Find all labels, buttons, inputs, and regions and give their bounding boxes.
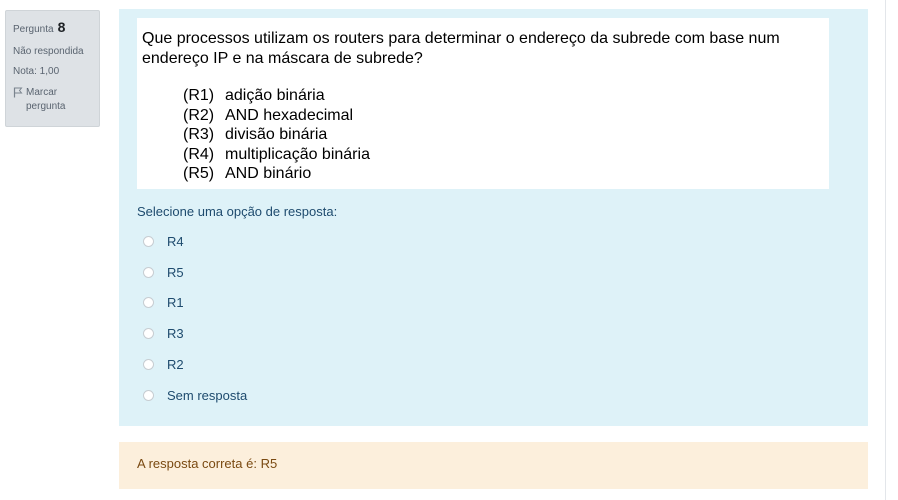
radio-button[interactable]: [143, 389, 154, 401]
radio-button[interactable]: [143, 297, 154, 309]
correct-answer-feedback: A resposta correta é: R5: [119, 442, 868, 489]
process-list: (R1) adição binária (R2) AND hexadecimal…: [142, 86, 825, 184]
process-text: multiplicação binária: [225, 145, 370, 163]
process-code: (R2): [183, 106, 215, 124]
answer-option-r1[interactable]: R1: [143, 288, 247, 319]
process-code: (R1): [183, 87, 215, 104]
process-item: (R5) AND binário: [183, 164, 825, 184]
question-label: Pergunta: [13, 24, 54, 35]
process-text: AND binário: [225, 165, 312, 182]
answer-label[interactable]: Sem resposta: [167, 388, 247, 403]
answer-label[interactable]: R4: [167, 234, 184, 249]
page-edge-divider: [885, 0, 886, 500]
feedback-text: A resposta correta é: R5: [137, 456, 278, 471]
question-number-row: Pergunta 8: [13, 17, 92, 38]
radio-button[interactable]: [143, 266, 154, 278]
process-code: (R4): [183, 145, 215, 163]
process-text: divisão binária: [225, 126, 328, 143]
process-item: (R3) divisão binária: [183, 125, 825, 145]
flag-question-link[interactable]: Marcar pergunta: [13, 86, 92, 115]
process-code: (R3): [183, 126, 215, 143]
answer-option-r5[interactable]: R5: [143, 257, 247, 288]
flag-icon: [13, 87, 23, 97]
process-text: adição binária: [225, 87, 325, 104]
process-item: (R1) adição binária: [183, 86, 825, 106]
answer-options: R4 R5 R1 R3 R2 Sem resposta: [143, 226, 247, 411]
answer-label[interactable]: R3: [167, 326, 184, 341]
process-text: AND hexadecimal: [225, 106, 354, 124]
answer-prompt: Selecione uma opção de resposta:: [137, 204, 338, 219]
radio-button[interactable]: [143, 359, 154, 371]
answer-option-r4[interactable]: R4: [143, 226, 247, 257]
flag-question-label: Marcar pergunta: [26, 86, 66, 113]
radio-button[interactable]: [143, 328, 154, 340]
answer-label[interactable]: R5: [167, 265, 184, 280]
process-code: (R5): [183, 165, 215, 182]
answer-option-r2[interactable]: R2: [143, 349, 247, 380]
process-item: (R2) AND hexadecimal: [183, 106, 825, 126]
question-text: Que processos utilizam os routers para d…: [142, 30, 780, 67]
question-status: Não respondida: [13, 45, 84, 57]
radio-button[interactable]: [143, 235, 154, 247]
answer-label[interactable]: R1: [167, 295, 184, 310]
answer-option-none[interactable]: Sem resposta: [143, 380, 247, 411]
process-item: (R4) multiplicação binária: [183, 145, 825, 165]
question-info-panel: Pergunta 8 Não respondida Nota: 1,00 Mar…: [5, 10, 100, 127]
question-formulation: Que processos utilizam os routers para d…: [119, 9, 868, 426]
question-text-box: Que processos utilizam os routers para d…: [137, 18, 829, 189]
question-grade: Nota: 1,00: [13, 66, 60, 77]
question-number: 8: [57, 19, 66, 35]
answer-label[interactable]: R2: [167, 357, 184, 372]
answer-option-r3[interactable]: R3: [143, 318, 247, 349]
